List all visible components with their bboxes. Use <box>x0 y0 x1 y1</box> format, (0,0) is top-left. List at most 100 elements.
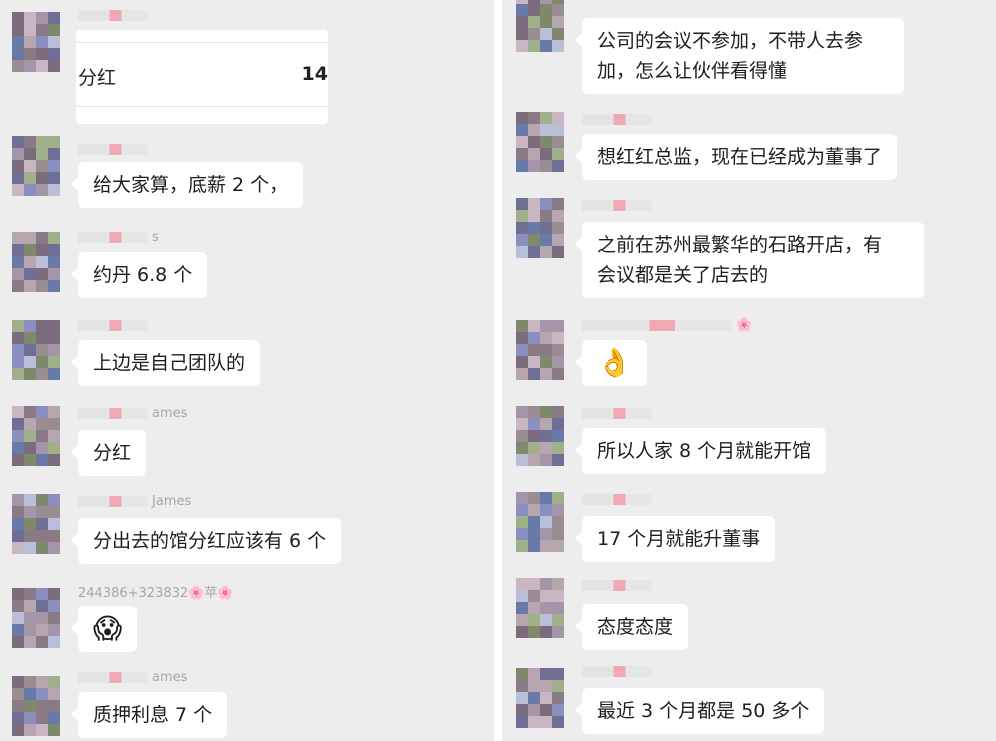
avatar[interactable] <box>12 12 60 72</box>
right-chat-panel[interactable]: 公司的会议不参加，不带人去参 加，怎么让伙伴看得懂 想红红总监，现在已经成为董事… <box>502 0 996 741</box>
avatar[interactable] <box>12 588 60 648</box>
avatar-pixel <box>540 246 552 258</box>
blurred-name <box>582 408 652 419</box>
avatar-pixel <box>552 418 564 430</box>
avatar[interactable] <box>516 112 564 172</box>
message-bubble[interactable]: 质押利息 7 个 <box>70 692 228 738</box>
message-bubble[interactable]: 给大家算，底薪 2 个， <box>70 162 304 208</box>
avatar[interactable] <box>516 578 564 638</box>
message-bubble[interactable]: 公司的会议不参加，不带人去参 加，怎么让伙伴看得懂 <box>575 18 904 94</box>
avatar-pixel <box>36 244 48 256</box>
avatar[interactable] <box>12 232 60 292</box>
avatar-pixel <box>516 160 528 172</box>
avatar-pixel <box>516 602 528 614</box>
avatar-pixel <box>516 356 528 368</box>
message-bubble[interactable]: 👌 <box>575 340 647 386</box>
blurred-name <box>582 114 652 125</box>
avatar[interactable] <box>12 136 60 196</box>
avatar-pixel <box>552 668 564 680</box>
avatar-pixel <box>48 24 60 36</box>
avatar-pixel <box>540 602 552 614</box>
avatar[interactable] <box>12 406 60 466</box>
avatar-pixel <box>48 232 60 244</box>
avatar-pixel <box>540 332 552 344</box>
avatar-pixel <box>24 148 36 160</box>
avatar-pixel <box>528 198 540 210</box>
avatar-pixel <box>24 624 36 636</box>
message-bubble[interactable]: 上边是自己团队的 <box>70 340 261 386</box>
message-bubble[interactable]: 分红 <box>70 430 147 476</box>
sender-name: 🌸 <box>582 318 752 333</box>
avatar-pixel <box>48 712 60 724</box>
avatar-pixel <box>540 40 552 52</box>
avatar-pixel <box>12 442 24 454</box>
message-bubble[interactable]: 之前在苏州最繁华的石路开店，有 会议都是关了店去的 <box>575 222 924 298</box>
avatar-pixel <box>516 614 528 626</box>
avatar-pixel <box>48 184 60 196</box>
shared-card[interactable]: 分红 14 <box>76 30 328 124</box>
avatar-pixel <box>552 602 564 614</box>
avatar[interactable] <box>516 198 564 258</box>
avatar-pixel <box>528 356 540 368</box>
avatar[interactable] <box>12 494 60 554</box>
avatar-pixel <box>516 680 528 692</box>
avatar[interactable] <box>516 320 564 380</box>
avatar-pixel <box>12 636 24 648</box>
avatar-pixel <box>552 578 564 590</box>
avatar-pixel <box>540 578 552 590</box>
avatar-pixel <box>540 210 552 222</box>
avatar-pixel <box>516 578 528 590</box>
avatar-pixel <box>552 614 564 626</box>
avatar-pixel <box>24 494 36 506</box>
avatar-pixel <box>36 588 48 600</box>
avatar-pixel <box>12 280 24 292</box>
avatar-pixel <box>540 716 552 728</box>
avatar-pixel <box>12 588 24 600</box>
avatar-pixel <box>552 406 564 418</box>
avatar[interactable] <box>12 320 60 380</box>
avatar-pixel <box>516 668 528 680</box>
message-bubble[interactable]: 约丹 6.8 个 <box>70 252 208 298</box>
avatar-pixel <box>540 590 552 602</box>
avatar[interactable] <box>516 492 564 552</box>
avatar-pixel <box>36 24 48 36</box>
avatar-pixel <box>12 724 24 736</box>
avatar-pixel <box>528 504 540 516</box>
avatar-pixel <box>516 320 528 332</box>
avatar-pixel <box>36 676 48 688</box>
avatar-pixel <box>540 222 552 234</box>
avatar-pixel <box>36 36 48 48</box>
avatar-pixel <box>48 506 60 518</box>
avatar[interactable] <box>516 668 564 728</box>
message-bubble[interactable]: 😱 <box>70 606 138 652</box>
avatar[interactable] <box>516 0 564 52</box>
message-bubble[interactable]: 想红红总监，现在已经成为董事了 <box>574 134 898 180</box>
message-bubble[interactable]: 所以人家 8 个月就能开馆 <box>574 428 827 474</box>
avatar-pixel <box>528 406 540 418</box>
avatar-pixel <box>36 160 48 172</box>
avatar-pixel <box>12 148 24 160</box>
avatar-pixel <box>552 136 564 148</box>
message-bubble[interactable]: 分出去的馆分红应该有 6 个 <box>70 518 342 564</box>
avatar-pixel <box>12 24 24 36</box>
avatar-pixel <box>36 48 48 60</box>
message-bubble[interactable]: 态度态度 <box>574 604 689 650</box>
avatar-pixel <box>24 700 36 712</box>
avatar-pixel <box>36 148 48 160</box>
avatar-pixel <box>24 454 36 466</box>
avatar-pixel <box>552 492 564 504</box>
avatar-pixel <box>48 700 60 712</box>
avatar[interactable] <box>12 676 60 736</box>
avatar-pixel <box>540 320 552 332</box>
avatar-pixel <box>540 516 552 528</box>
message-bubble[interactable]: 最近 3 个月都是 50 多个 <box>574 688 825 734</box>
left-chat-panel[interactable]: 分红 14 给大家算，底薪 2 个， s 约丹 6.8 个 上边是自己团队的 a… <box>0 0 494 741</box>
avatar-pixel <box>540 28 552 40</box>
avatar-pixel <box>24 518 36 530</box>
avatar-pixel <box>36 724 48 736</box>
avatar-pixel <box>36 600 48 612</box>
avatar-pixel <box>24 406 36 418</box>
message-bubble[interactable]: 17 个月就能升董事 <box>574 516 776 562</box>
avatar[interactable] <box>516 406 564 466</box>
avatar-pixel <box>36 454 48 466</box>
